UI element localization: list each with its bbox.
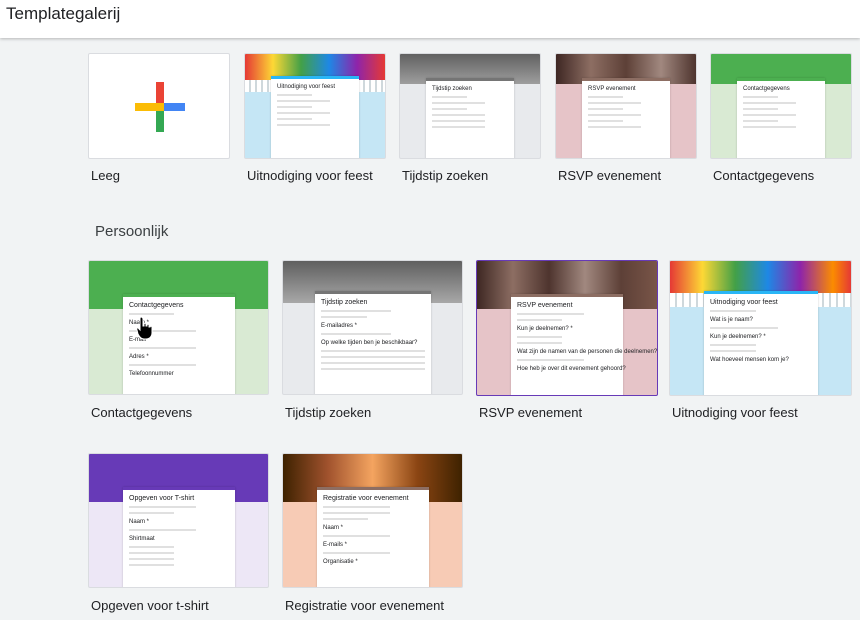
template-label: Registratie voor evenement — [285, 598, 444, 613]
template-thumbnail[interactable]: RSVP evenement Kun je deelnemen? * Wat z… — [476, 260, 658, 396]
template-label: RSVP evenement — [558, 168, 662, 183]
form-preview: RSVP evenement — [582, 78, 670, 158]
section-title-personal: Persoonlijk — [95, 223, 169, 240]
page-title: Templategalerij — [6, 4, 121, 23]
template-thumbnail[interactable] — [88, 53, 230, 159]
template-label: Leeg — [91, 168, 120, 183]
template-thumbnail[interactable]: Tijdstip zoeken E-mailadres * Op welke t… — [282, 260, 463, 395]
template-label: Opgeven voor t-shirt — [91, 598, 209, 613]
template-thumbnail[interactable]: Uitnodiging voor feest Wat is je naam? K… — [669, 260, 852, 396]
form-preview: RSVP evenement Kun je deelnemen? * Wat z… — [511, 294, 657, 395]
form-preview: Uitnodiging voor feest — [271, 76, 359, 158]
template-thumbnail[interactable]: Uitnodiging voor feest — [244, 53, 386, 159]
form-preview: Contactgegevens Naam * E-mail * Adres * … — [123, 294, 235, 394]
template-thumbnail[interactable]: Tijdstip zoeken — [399, 53, 541, 159]
template-thumbnail[interactable]: Registratie voor evenement Naam * E-mail… — [282, 453, 463, 588]
form-preview: Uitnodiging voor feest Wat is je naam? K… — [704, 291, 818, 395]
template-label: Uitnodiging voor feest — [247, 168, 373, 183]
hand-cursor-icon — [136, 316, 153, 340]
form-preview: Registratie voor evenement Naam * E-mail… — [317, 487, 429, 587]
template-thumbnail[interactable]: Contactgegevens — [710, 53, 852, 159]
template-thumbnail[interactable]: Opgeven voor T-shirt Naam * Shirtmaat — [88, 453, 269, 588]
template-label: Tijdstip zoeken — [402, 168, 489, 183]
plus-icon — [135, 82, 185, 132]
balloons-image — [670, 261, 851, 293]
template-label: Contactgegevens — [91, 405, 193, 420]
template-label: Tijdstip zoeken — [285, 405, 372, 420]
template-label: Contactgegevens — [713, 168, 815, 183]
template-label: RSVP evenement — [479, 405, 583, 420]
top-bar: Templategalerij — [0, 0, 860, 38]
form-preview: Tijdstip zoeken E-mailadres * Op welke t… — [315, 291, 431, 394]
template-label: Uitnodiging voor feest — [672, 405, 798, 420]
template-thumbnail[interactable]: Contactgegevens Naam * E-mail * Adres * … — [88, 260, 269, 395]
form-preview: Contactgegevens — [737, 78, 825, 158]
template-thumbnail[interactable]: RSVP evenement — [555, 53, 697, 159]
form-preview: Opgeven voor T-shirt Naam * Shirtmaat — [123, 487, 235, 587]
form-preview: Tijdstip zoeken — [426, 78, 514, 158]
